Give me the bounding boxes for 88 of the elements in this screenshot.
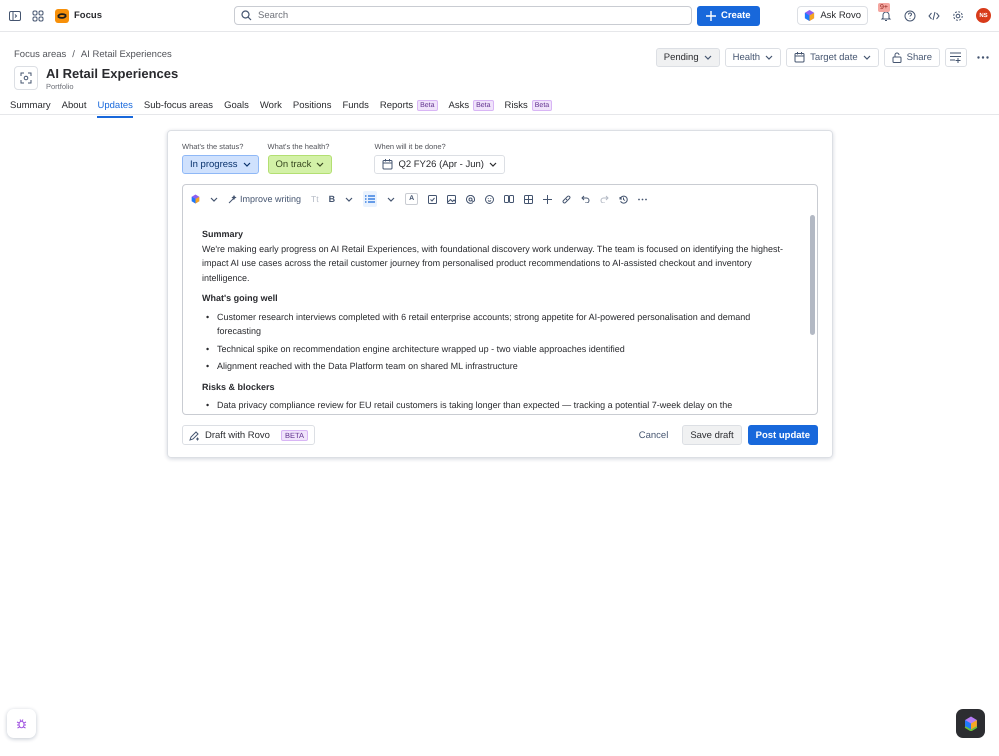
bullet-list-button[interactable] bbox=[363, 191, 378, 207]
create-button[interactable]: Create bbox=[697, 6, 760, 26]
tab[interactable]: About bbox=[62, 100, 86, 118]
dropdown-button[interactable]: Health bbox=[724, 48, 782, 67]
list-add-button[interactable] bbox=[945, 48, 967, 67]
rovo-logo-icon[interactable] bbox=[191, 194, 200, 204]
history-icon[interactable] bbox=[619, 194, 628, 204]
breadcrumb-separator: / bbox=[72, 49, 75, 60]
section-heading: What's going well bbox=[202, 292, 279, 305]
chevron-down-icon[interactable] bbox=[387, 196, 396, 202]
bullet-item: Technical spike on recommendation engine architecture wrapped up - two viable approaches identified bbox=[217, 342, 625, 356]
emoji-icon[interactable] bbox=[485, 194, 494, 204]
bug-icon bbox=[16, 718, 27, 729]
tab[interactable]: Summary bbox=[10, 100, 51, 118]
bullet-marker: • bbox=[206, 360, 210, 373]
mention-icon[interactable] bbox=[466, 194, 476, 204]
magic-wand-icon bbox=[228, 194, 237, 204]
tab[interactable]: Updates bbox=[97, 100, 133, 118]
dropdown-button[interactable]: Pending bbox=[656, 48, 720, 67]
more-icon[interactable] bbox=[977, 56, 989, 59]
share-button[interactable]: Share bbox=[884, 48, 940, 67]
calendar-icon bbox=[382, 159, 394, 170]
chevron-down-icon[interactable] bbox=[210, 196, 218, 202]
save-draft-button[interactable]: Save draft bbox=[682, 425, 742, 445]
table-icon[interactable] bbox=[524, 194, 534, 204]
image-icon[interactable] bbox=[447, 194, 456, 204]
more-icon[interactable] bbox=[638, 198, 648, 200]
list-add-icon bbox=[950, 52, 962, 63]
tab[interactable]: Positions bbox=[292, 100, 332, 118]
breadcrumb-link[interactable]: Focus areas bbox=[14, 49, 66, 60]
dropdown-button[interactable]: On track bbox=[268, 155, 332, 174]
tab[interactable]: Sub-focus areas bbox=[144, 100, 214, 118]
link-icon[interactable] bbox=[562, 194, 572, 204]
chevron-down-icon bbox=[704, 55, 712, 60]
section-heading: Risks & blockers bbox=[202, 380, 276, 394]
search-icon bbox=[241, 10, 252, 21]
improve-writing-button[interactable]: Improve writing bbox=[228, 194, 302, 204]
bullet-list-icon bbox=[365, 195, 376, 203]
help-icon[interactable] bbox=[904, 10, 916, 22]
cancel-button[interactable]: Cancel bbox=[630, 425, 676, 445]
chevron-down-icon bbox=[242, 162, 251, 167]
tab[interactable]: Work bbox=[260, 100, 282, 118]
chevron-down-icon bbox=[862, 55, 871, 60]
feedback-button[interactable] bbox=[7, 709, 36, 738]
checkbox-icon[interactable] bbox=[428, 194, 438, 204]
dropdown-button[interactable]: Target date bbox=[786, 48, 879, 67]
plus-icon bbox=[706, 10, 716, 20]
product-name[interactable]: Focus bbox=[74, 10, 102, 21]
paragraph: We're making early progress on AI Retail Experiences, with foundational discovery work underway. The team is focused on identifying the highest-impact AI use cases across the retail customer journey from personalised product recommendations to AI-assisted checkout and inventory intelligence. bbox=[202, 242, 784, 285]
chevron-down-icon bbox=[316, 162, 324, 167]
bullet-marker: • bbox=[206, 399, 210, 412]
notification-bell-icon[interactable] bbox=[880, 10, 892, 22]
pen-sparkle-icon bbox=[189, 430, 200, 440]
chevron-down-icon bbox=[765, 55, 774, 60]
unlocked-padlock-icon bbox=[892, 52, 902, 63]
app-switcher-icon[interactable] bbox=[32, 10, 44, 22]
rovo-logo-icon bbox=[804, 10, 816, 21]
focus-logo-icon[interactable] bbox=[55, 8, 69, 22]
bullet-marker: • bbox=[206, 310, 210, 324]
rovo-chat-button[interactable] bbox=[956, 709, 985, 738]
ask-rovo-button[interactable]: Ask Rovo bbox=[797, 6, 868, 25]
chevron-down-icon bbox=[488, 162, 497, 167]
plus-icon[interactable] bbox=[543, 194, 552, 204]
undo-icon[interactable] bbox=[581, 195, 590, 203]
rich-text-editor[interactable] bbox=[182, 184, 818, 415]
bold-button[interactable]: B bbox=[328, 194, 336, 204]
dropdown-button[interactable]: In progress bbox=[182, 155, 259, 174]
scrollbar-thumb[interactable] bbox=[810, 215, 815, 335]
bullet-item: Data privacy compliance review for EU retail customers is taking longer than expected — tracking a potential 7-week delay on the bbox=[217, 399, 732, 412]
search-field[interactable]: Search bbox=[234, 6, 692, 25]
chevron-down-icon[interactable] bbox=[345, 196, 354, 202]
page-title: AI Retail Experiences bbox=[46, 66, 178, 82]
focus-area-icon bbox=[14, 66, 38, 90]
section-heading: Summary bbox=[202, 228, 244, 241]
dropdown-button[interactable]: Q2 FY26 (Apr - Jun) bbox=[374, 155, 505, 174]
code-icon[interactable] bbox=[928, 10, 940, 22]
tab[interactable]: Goals bbox=[224, 100, 249, 118]
bullet-marker: • bbox=[206, 342, 210, 356]
breadcrumb-link[interactable]: AI Retail Experiences bbox=[80, 49, 172, 60]
rovo-logo-icon bbox=[964, 716, 978, 731]
bullet-item: Customer research interviews completed with 6 retail enterprise accounts; strong appetite for AI-powered personalisation and demand forecasting bbox=[217, 310, 752, 338]
tab[interactable]: Funds bbox=[342, 100, 369, 118]
bullet-item: Alignment reached with the Data Platform team on shared ML infrastructure bbox=[217, 360, 518, 373]
columns-icon[interactable] bbox=[504, 195, 514, 203]
sidebar-toggle-icon[interactable] bbox=[9, 10, 21, 22]
calendar-icon bbox=[794, 52, 806, 63]
settings-icon[interactable] bbox=[952, 10, 964, 22]
post-update-button[interactable]: Post update bbox=[748, 425, 818, 445]
